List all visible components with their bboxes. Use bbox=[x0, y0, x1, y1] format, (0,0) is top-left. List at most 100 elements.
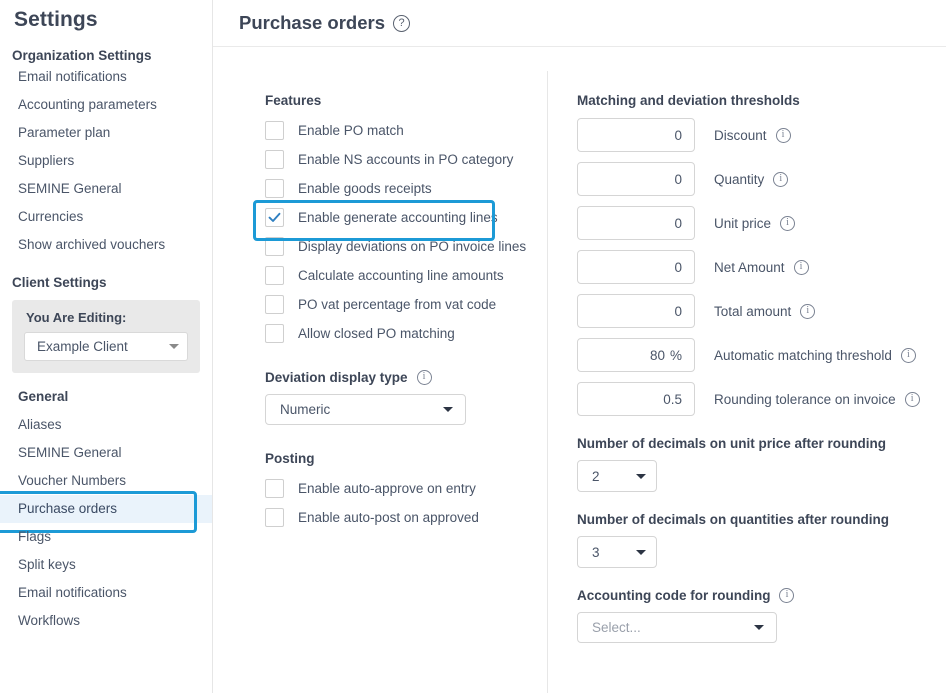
chevron-down-icon bbox=[443, 407, 453, 412]
sidebar-item-semine-general[interactable]: SEMINE General bbox=[0, 175, 212, 203]
discount-input[interactable]: 0 bbox=[577, 118, 695, 152]
chevron-down-icon bbox=[636, 474, 646, 479]
unit-price-label-row: Unit price i bbox=[714, 216, 795, 231]
sidebar-item-workflows[interactable]: Workflows bbox=[0, 607, 212, 635]
sidebar-item-general[interactable]: General bbox=[0, 383, 212, 411]
info-icon[interactable]: i bbox=[773, 172, 788, 187]
info-icon[interactable]: i bbox=[776, 128, 791, 143]
rounding-tolerance-input[interactable]: 0.5 bbox=[577, 382, 695, 416]
checkbox-row-display-deviations[interactable]: Display deviations on PO invoice lines bbox=[265, 232, 547, 261]
accounting-code-select[interactable]: Select... bbox=[577, 612, 777, 643]
client-select[interactable]: Example Client bbox=[24, 332, 188, 361]
deviation-display-select[interactable]: Numeric bbox=[265, 394, 466, 425]
checkbox-row-enable-goods-receipts[interactable]: Enable goods receipts bbox=[265, 174, 547, 203]
sidebar-heading-client: Client Settings bbox=[0, 275, 212, 290]
checkbox-enable-auto-post[interactable] bbox=[265, 508, 284, 527]
checkbox-enable-ns-accounts[interactable] bbox=[265, 150, 284, 169]
net-amount-input[interactable]: 0 bbox=[577, 250, 695, 284]
settings-page: Settings Organization Settings Email not… bbox=[0, 0, 946, 693]
you-are-editing-label: You Are Editing: bbox=[24, 310, 188, 325]
checkbox-allow-closed-po-matching[interactable] bbox=[265, 324, 284, 343]
threshold-row-net-amount: 0 Net Amount i bbox=[577, 250, 946, 284]
left-column: Features Enable PO match Enable NS accou… bbox=[213, 71, 547, 643]
info-icon[interactable]: i bbox=[905, 392, 920, 407]
sidebar-item-email-notifications-client[interactable]: Email notifications bbox=[0, 579, 212, 607]
accounting-code-group: Accounting code for rounding i Select... bbox=[577, 588, 946, 643]
decimals-quantities-select[interactable]: 3 bbox=[577, 536, 657, 568]
checkbox-row-enable-ns-accounts[interactable]: Enable NS accounts in PO category bbox=[265, 145, 547, 174]
thresholds-heading: Matching and deviation thresholds bbox=[577, 93, 946, 108]
checkbox-calculate-accounting-line-amounts[interactable] bbox=[265, 266, 284, 285]
features-heading: Features bbox=[265, 93, 547, 108]
info-icon[interactable]: i bbox=[779, 588, 794, 603]
checkbox-enable-generate-accounting-lines[interactable] bbox=[265, 208, 284, 227]
right-column: Matching and deviation thresholds 0 Disc… bbox=[547, 71, 946, 643]
checkbox-po-vat-percentage[interactable] bbox=[265, 295, 284, 314]
threshold-row-rounding-tolerance: 0.5 Rounding tolerance on invoice i bbox=[577, 382, 946, 416]
checkbox-label: PO vat percentage from vat code bbox=[298, 297, 496, 312]
quantity-label-row: Quantity i bbox=[714, 172, 788, 187]
sidebar-item-show-archived-vouchers[interactable]: Show archived vouchers bbox=[0, 231, 212, 259]
sidebar-item-currencies[interactable]: Currencies bbox=[0, 203, 212, 231]
info-icon[interactable]: i bbox=[800, 304, 815, 319]
total-amount-input[interactable]: 0 bbox=[577, 294, 695, 328]
threshold-row-unit-price: 0 Unit price i bbox=[577, 206, 946, 240]
unit-price-value: 0 bbox=[674, 216, 682, 231]
sidebar-item-flags[interactable]: Flags bbox=[0, 523, 212, 551]
automatic-matching-threshold-input[interactable]: 80 % bbox=[577, 338, 695, 372]
checkbox-label: Calculate accounting line amounts bbox=[298, 268, 504, 283]
checkbox-label: Enable auto-approve on entry bbox=[298, 481, 476, 496]
page-header: Purchase orders ? bbox=[213, 0, 946, 47]
sidebar-item-suppliers[interactable]: Suppliers bbox=[0, 147, 212, 175]
checkbox-row-allow-closed-po-matching[interactable]: Allow closed PO matching bbox=[265, 319, 547, 348]
sidebar-item-email-notifications[interactable]: Email notifications bbox=[0, 63, 212, 91]
sidebar-item-purchase-orders[interactable]: Purchase orders bbox=[0, 495, 212, 523]
checkbox-row-calculate-accounting-line-amounts[interactable]: Calculate accounting line amounts bbox=[265, 261, 547, 290]
checkbox-label: Enable goods receipts bbox=[298, 181, 432, 196]
total-amount-label: Total amount bbox=[714, 304, 791, 319]
info-icon[interactable]: i bbox=[901, 348, 916, 363]
column-divider bbox=[547, 71, 548, 693]
checkbox-enable-auto-approve[interactable] bbox=[265, 479, 284, 498]
chevron-down-icon bbox=[169, 344, 179, 349]
checkbox-row-enable-generate-accounting-lines[interactable]: Enable generate accounting lines bbox=[265, 203, 547, 232]
sidebar-item-semine-general-client[interactable]: SEMINE General bbox=[0, 439, 212, 467]
posting-heading: Posting bbox=[265, 451, 547, 466]
checkbox-row-enable-auto-approve[interactable]: Enable auto-approve on entry bbox=[265, 474, 547, 503]
deviation-display-label-row: Deviation display type i bbox=[265, 370, 547, 385]
sidebar-item-voucher-numbers[interactable]: Voucher Numbers bbox=[0, 467, 212, 495]
unit-price-input[interactable]: 0 bbox=[577, 206, 695, 240]
sidebar-client-list: General Aliases SEMINE General Voucher N… bbox=[0, 383, 212, 635]
checkbox-row-enable-auto-post[interactable]: Enable auto-post on approved bbox=[265, 503, 547, 532]
checkbox-enable-po-match[interactable] bbox=[265, 121, 284, 140]
checkbox-enable-goods-receipts[interactable] bbox=[265, 179, 284, 198]
quantity-input[interactable]: 0 bbox=[577, 162, 695, 196]
decimals-quantities-label: Number of decimals on quantities after r… bbox=[577, 512, 946, 527]
deviation-display-group: Deviation display type i Numeric bbox=[265, 370, 547, 425]
unit-price-label: Unit price bbox=[714, 216, 771, 231]
settings-content: Features Enable PO match Enable NS accou… bbox=[213, 47, 946, 643]
info-icon[interactable]: i bbox=[417, 370, 432, 385]
checkbox-display-deviations[interactable] bbox=[265, 237, 284, 256]
info-icon[interactable]: i bbox=[780, 216, 795, 231]
info-icon[interactable]: i bbox=[794, 260, 809, 275]
decimals-unit-price-select[interactable]: 2 bbox=[577, 460, 657, 492]
sidebar-item-split-keys[interactable]: Split keys bbox=[0, 551, 212, 579]
automatic-matching-threshold-label: Automatic matching threshold bbox=[714, 348, 892, 363]
total-amount-label-row: Total amount i bbox=[714, 304, 815, 319]
client-select-value: Example Client bbox=[37, 339, 128, 354]
automatic-matching-label-row: Automatic matching threshold i bbox=[714, 348, 916, 363]
quantity-value: 0 bbox=[674, 172, 682, 187]
percent-unit: % bbox=[670, 348, 682, 363]
rounding-tolerance-label-row: Rounding tolerance on invoice i bbox=[714, 392, 920, 407]
checkbox-row-po-vat-percentage[interactable]: PO vat percentage from vat code bbox=[265, 290, 547, 319]
accounting-code-label: Accounting code for rounding bbox=[577, 588, 770, 603]
checkbox-row-enable-po-match[interactable]: Enable PO match bbox=[265, 116, 547, 145]
sidebar-item-aliases[interactable]: Aliases bbox=[0, 411, 212, 439]
sidebar-item-parameter-plan[interactable]: Parameter plan bbox=[0, 119, 212, 147]
net-amount-label-row: Net Amount i bbox=[714, 260, 809, 275]
sidebar-item-accounting-parameters[interactable]: Accounting parameters bbox=[0, 91, 212, 119]
help-icon[interactable]: ? bbox=[393, 15, 410, 32]
deviation-display-value: Numeric bbox=[280, 402, 330, 417]
decimals-unit-price-label: Number of decimals on unit price after r… bbox=[577, 436, 946, 451]
